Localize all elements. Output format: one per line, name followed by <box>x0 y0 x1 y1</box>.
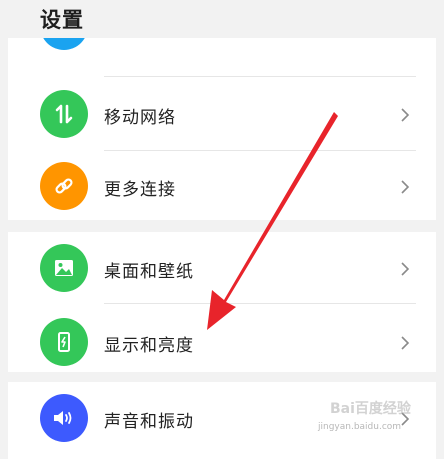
settings-item-label: 显示和亮度 <box>104 336 194 356</box>
settings-item-sound-vibration[interactable]: 声音和振动 <box>8 384 436 456</box>
divider <box>104 150 416 151</box>
chevron-right-icon <box>401 262 410 276</box>
settings-item-more-connections[interactable]: 更多连接 <box>8 152 436 224</box>
settings-item-label: 移动网络 <box>104 108 176 128</box>
settings-item-label: 桌面和壁纸 <box>104 262 194 282</box>
watermark-logo: Bai百度经验 <box>330 401 411 417</box>
settings-item-display-brightness[interactable]: 显示和亮度 <box>8 308 436 380</box>
mobile-data-icon <box>40 90 88 138</box>
watermark-text: jingyan.baidu.com <box>318 422 402 432</box>
settings-group-display: 桌面和壁纸 显示和亮度 <box>8 232 436 372</box>
settings-item-mobile-network[interactable]: 移动网络 <box>8 80 436 152</box>
speaker-icon <box>40 394 88 442</box>
display-brightness-icon <box>40 318 88 366</box>
wallpaper-icon <box>40 244 88 292</box>
page-title: 设置 <box>40 8 84 32</box>
settings-item-wallpaper[interactable]: 桌面和壁纸 <box>8 234 436 306</box>
divider <box>104 303 416 304</box>
settings-screen: 移动网络 更多连接 桌面和壁纸 显示和亮度 声音和振动 设置 Bai百度经验 j… <box>0 0 444 459</box>
chevron-right-icon <box>401 336 410 350</box>
chevron-right-icon <box>401 180 410 194</box>
settings-group-sound: 声音和振动 <box>8 382 436 459</box>
divider <box>104 76 416 77</box>
app-header: 设置 <box>0 0 444 38</box>
settings-item-label: 声音和振动 <box>104 412 194 432</box>
chevron-right-icon <box>401 108 410 122</box>
settings-item-label: 更多连接 <box>104 180 176 200</box>
link-icon <box>40 162 88 210</box>
settings-group-connections: 移动网络 更多连接 <box>8 2 436 220</box>
